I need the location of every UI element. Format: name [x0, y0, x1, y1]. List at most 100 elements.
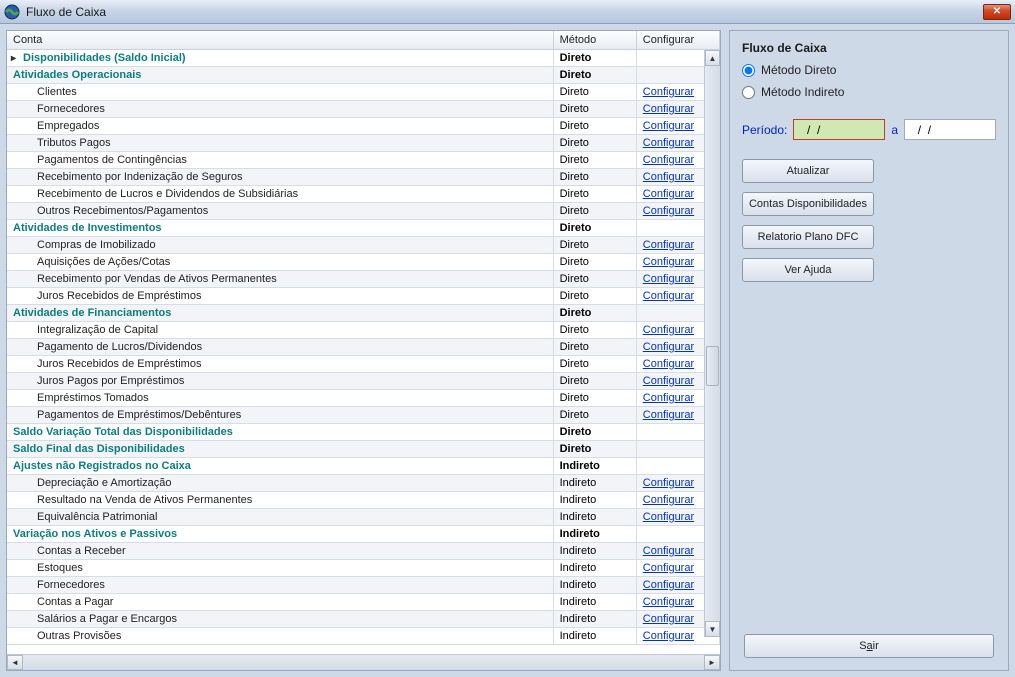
- atualizar-button[interactable]: Atualizar: [742, 159, 874, 183]
- cell-conta: Saldo Variação Total das Disponibilidade…: [7, 424, 553, 441]
- configurar-link[interactable]: Configurar: [643, 86, 694, 98]
- configurar-link[interactable]: Configurar: [643, 137, 694, 149]
- configurar-link[interactable]: Configurar: [643, 409, 694, 421]
- scroll-track[interactable]: [705, 66, 720, 621]
- table-row[interactable]: Equivalência PatrimonialIndiretoConfigur…: [7, 509, 720, 526]
- scroll-right-arrow[interactable]: ►: [704, 655, 720, 670]
- radio-indireto-input[interactable]: [742, 86, 755, 99]
- configurar-link[interactable]: Configurar: [643, 613, 694, 625]
- table-row[interactable]: Juros Recebidos de EmpréstimosDiretoConf…: [7, 288, 720, 305]
- table-row[interactable]: Atividades OperacionaisDireto: [7, 67, 720, 84]
- configurar-link[interactable]: Configurar: [643, 290, 694, 302]
- table-row[interactable]: Recebimento por Indenização de SegurosDi…: [7, 169, 720, 186]
- horizontal-scrollbar[interactable]: ◄ ►: [7, 654, 720, 670]
- table-row[interactable]: Tributos PagosDiretoConfigurar: [7, 135, 720, 152]
- scroll-up-arrow[interactable]: ▲: [705, 50, 720, 66]
- table-row[interactable]: Empréstimos TomadosDiretoConfigurar: [7, 390, 720, 407]
- table-row[interactable]: Depreciação e AmortizaçãoIndiretoConfigu…: [7, 475, 720, 492]
- configurar-link[interactable]: Configurar: [643, 239, 694, 251]
- configurar-link[interactable]: Configurar: [643, 103, 694, 115]
- table-row[interactable]: Contas a PagarIndiretoConfigurar: [7, 594, 720, 611]
- conta-label: Fornecedores: [37, 579, 105, 591]
- vertical-scrollbar[interactable]: ▲ ▼: [704, 50, 720, 637]
- periodo-label: Período:: [742, 123, 787, 137]
- relatorio-plano-dfc-button[interactable]: Relatorio Plano DFC: [742, 225, 874, 249]
- col-metodo[interactable]: Método: [553, 31, 636, 50]
- conta-label: Atividades de Investimentos: [13, 222, 162, 234]
- table-row[interactable]: Integralização de CapitalDiretoConfigura…: [7, 322, 720, 339]
- radio-direto-input[interactable]: [742, 64, 755, 77]
- configurar-link[interactable]: Configurar: [643, 324, 694, 336]
- configurar-link[interactable]: Configurar: [643, 120, 694, 132]
- table-row[interactable]: Recebimento de Lucros e Dividendos de Su…: [7, 186, 720, 203]
- ver-ajuda-button[interactable]: Ver Ajuda: [742, 258, 874, 282]
- table-row[interactable]: EmpregadosDiretoConfigurar: [7, 118, 720, 135]
- scroll-left-arrow[interactable]: ◄: [7, 655, 23, 670]
- configurar-link[interactable]: Configurar: [643, 358, 694, 370]
- configurar-link[interactable]: Configurar: [643, 545, 694, 557]
- configurar-link[interactable]: Configurar: [643, 511, 694, 523]
- table-row[interactable]: Salários a Pagar e EncargosIndiretoConfi…: [7, 611, 720, 628]
- table-row[interactable]: Juros Recebidos de EmpréstimosDiretoConf…: [7, 356, 720, 373]
- configurar-link[interactable]: Configurar: [643, 477, 694, 489]
- configurar-link[interactable]: Configurar: [643, 392, 694, 404]
- configurar-link[interactable]: Configurar: [643, 205, 694, 217]
- table-row[interactable]: Compras de ImobilizadoDiretoConfigurar: [7, 237, 720, 254]
- contas-disponibilidades-button[interactable]: Contas Disponibilidades: [742, 192, 874, 216]
- table-row[interactable]: Pagamento de Lucros/DividendosDiretoConf…: [7, 339, 720, 356]
- cell-conta: Juros Recebidos de Empréstimos: [7, 356, 553, 373]
- table-row[interactable]: FornecedoresDiretoConfigurar: [7, 101, 720, 118]
- table-row[interactable]: Variação nos Ativos e PassivosIndireto: [7, 526, 720, 543]
- configurar-link[interactable]: Configurar: [643, 154, 694, 166]
- radio-metodo-direto[interactable]: Método Direto: [742, 61, 996, 79]
- close-button[interactable]: ✕: [983, 4, 1011, 20]
- table-row[interactable]: Recebimento por Vendas de Ativos Permane…: [7, 271, 720, 288]
- col-config[interactable]: Configurar: [636, 31, 719, 50]
- configurar-link[interactable]: Configurar: [643, 494, 694, 506]
- table-row[interactable]: ClientesDiretoConfigurar: [7, 84, 720, 101]
- table-row[interactable]: ▸Disponibilidades (Saldo Inicial)Direto: [7, 50, 720, 67]
- expand-icon[interactable]: ▸: [11, 53, 21, 64]
- configurar-link[interactable]: Configurar: [643, 273, 694, 285]
- cell-conta: Compras de Imobilizado: [7, 237, 553, 254]
- table-row[interactable]: Juros Pagos por EmpréstimosDiretoConfigu…: [7, 373, 720, 390]
- table-row[interactable]: Outras ProvisõesIndiretoConfigurar: [7, 628, 720, 645]
- table-row[interactable]: Pagamentos de ContingênciasDiretoConfigu…: [7, 152, 720, 169]
- configurar-link[interactable]: Configurar: [643, 188, 694, 200]
- scroll-down-arrow[interactable]: ▼: [705, 621, 720, 637]
- table-row[interactable]: Resultado na Venda de Ativos Permanentes…: [7, 492, 720, 509]
- table-row[interactable]: Ajustes não Registrados no CaixaIndireto: [7, 458, 720, 475]
- configurar-link[interactable]: Configurar: [643, 630, 694, 642]
- controls-panel: Fluxo de Caixa Método Direto Método Indi…: [729, 30, 1009, 671]
- configurar-link[interactable]: Configurar: [643, 256, 694, 268]
- hscroll-track[interactable]: [23, 655, 704, 670]
- date-end-input[interactable]: [904, 119, 996, 140]
- configurar-link[interactable]: Configurar: [643, 341, 694, 353]
- cell-conta: Empréstimos Tomados: [7, 390, 553, 407]
- cell-conta: Ajustes não Registrados no Caixa: [7, 458, 553, 475]
- cell-conta: Atividades de Financiamentos: [7, 305, 553, 322]
- configurar-link[interactable]: Configurar: [643, 579, 694, 591]
- sair-button[interactable]: Sair: [744, 634, 994, 658]
- cell-metodo: Direto: [553, 424, 636, 441]
- table-row[interactable]: Aquisições de Ações/CotasDiretoConfigura…: [7, 254, 720, 271]
- col-conta[interactable]: Conta: [7, 31, 553, 50]
- table-row[interactable]: Atividades de InvestimentosDireto: [7, 220, 720, 237]
- table-row[interactable]: FornecedoresIndiretoConfigurar: [7, 577, 720, 594]
- configurar-link[interactable]: Configurar: [643, 375, 694, 387]
- table-row[interactable]: Saldo Final das DisponibilidadesDireto: [7, 441, 720, 458]
- table-row[interactable]: Atividades de FinanciamentosDireto: [7, 305, 720, 322]
- date-start-input[interactable]: [793, 119, 885, 140]
- configurar-link[interactable]: Configurar: [643, 562, 694, 574]
- configurar-link[interactable]: Configurar: [643, 171, 694, 183]
- cell-metodo: Direto: [553, 118, 636, 135]
- radio-metodo-indireto[interactable]: Método Indireto: [742, 83, 996, 101]
- scroll-thumb[interactable]: [706, 346, 719, 386]
- table-row[interactable]: Saldo Variação Total das Disponibilidade…: [7, 424, 720, 441]
- table-row[interactable]: Outros Recebimentos/PagamentosDiretoConf…: [7, 203, 720, 220]
- table-row[interactable]: Pagamentos de Empréstimos/DebênturesDire…: [7, 407, 720, 424]
- table-row[interactable]: Contas a ReceberIndiretoConfigurar: [7, 543, 720, 560]
- table-row[interactable]: EstoquesIndiretoConfigurar: [7, 560, 720, 577]
- conta-label: Recebimento por Vendas de Ativos Permane…: [37, 273, 277, 285]
- configurar-link[interactable]: Configurar: [643, 596, 694, 608]
